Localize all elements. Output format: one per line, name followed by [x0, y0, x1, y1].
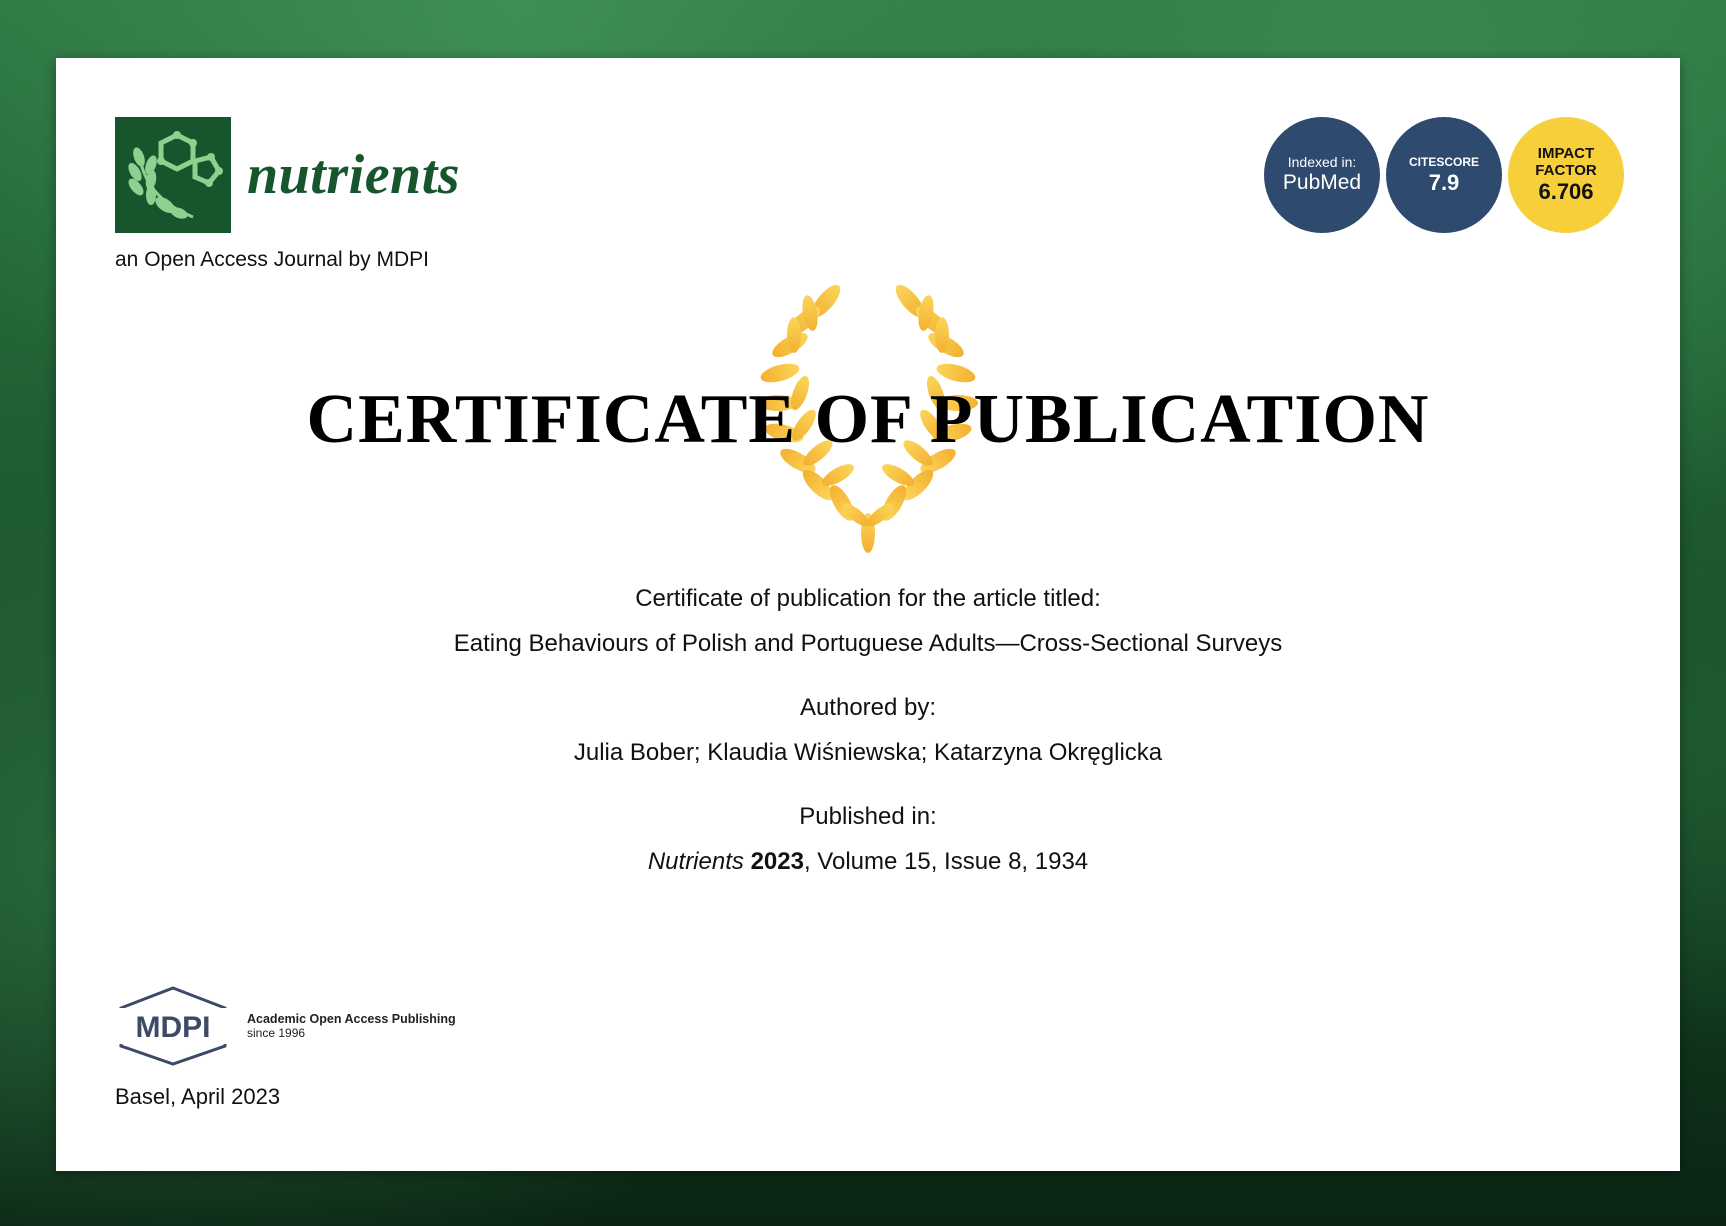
- authors: Julia Bober; Klaudia Wiśniewska; Katarzy…: [573, 739, 1163, 766]
- citescore-badge: CITESCORE 7.9: [1386, 117, 1502, 233]
- published-in-label: Published in:: [799, 803, 937, 830]
- citation-journal: Nutrients: [647, 848, 744, 875]
- article-title: Eating Behaviours of Polish and Portugue…: [453, 630, 1283, 657]
- pubmed-badge: Indexed in: PubMed: [1264, 117, 1380, 233]
- mdpi-tagline: Academic Open Access Publishing since 19…: [247, 1012, 456, 1040]
- svg-text:MDPI: MDPI: [136, 1011, 211, 1044]
- mdpi-since: since 1996: [247, 1026, 306, 1040]
- certificate-intro: Certificate of publication for the artic…: [635, 585, 1101, 612]
- impact-factor-badge: IMPACT FACTOR 6.706: [1508, 117, 1624, 233]
- mdpi-hexagon-icon: MDPI: [117, 986, 229, 1066]
- authored-by-label: Authored by:: [799, 694, 937, 721]
- mdpi-logo: MDPI Academic Open Access Publishing sin…: [113, 986, 456, 1066]
- citation: Nutrients 2023, Volume 15, Issue 8, 1934: [56, 848, 1680, 876]
- journal-logo: nutrients: [115, 117, 460, 233]
- journal-name: nutrients: [247, 144, 461, 206]
- impact-value: 6.706: [1538, 179, 1594, 204]
- citescore-label: CITESCORE: [1408, 155, 1479, 169]
- citation-details: , Volume 15, Issue 8, 1934: [803, 848, 1089, 875]
- certificate-card: nutrients an Open Access Journal by MDPI…: [56, 58, 1680, 1171]
- citation-year: 2023: [750, 848, 804, 875]
- journal-subtitle: an Open Access Journal by MDPI: [115, 248, 429, 271]
- journal-badges: Indexed in: PubMed CITESCORE 7.9 IMPACT …: [1264, 117, 1624, 233]
- citescore-value: 7.9: [1428, 170, 1460, 195]
- place-date: Basel, April 2023: [115, 1084, 281, 1109]
- impact-label-line1: IMPACT: [1537, 145, 1595, 162]
- certificate-title: CERTIFICATE OF PUBLICATION: [306, 381, 1430, 458]
- pubmed-badge-label: Indexed in:: [1287, 154, 1357, 170]
- mdpi-tagline-main: Academic Open Access Publishing: [247, 1012, 456, 1026]
- impact-label-line2: FACTOR: [1535, 162, 1597, 179]
- nutrients-logo-icon: [115, 117, 231, 233]
- pubmed-badge-name: PubMed: [1282, 171, 1362, 194]
